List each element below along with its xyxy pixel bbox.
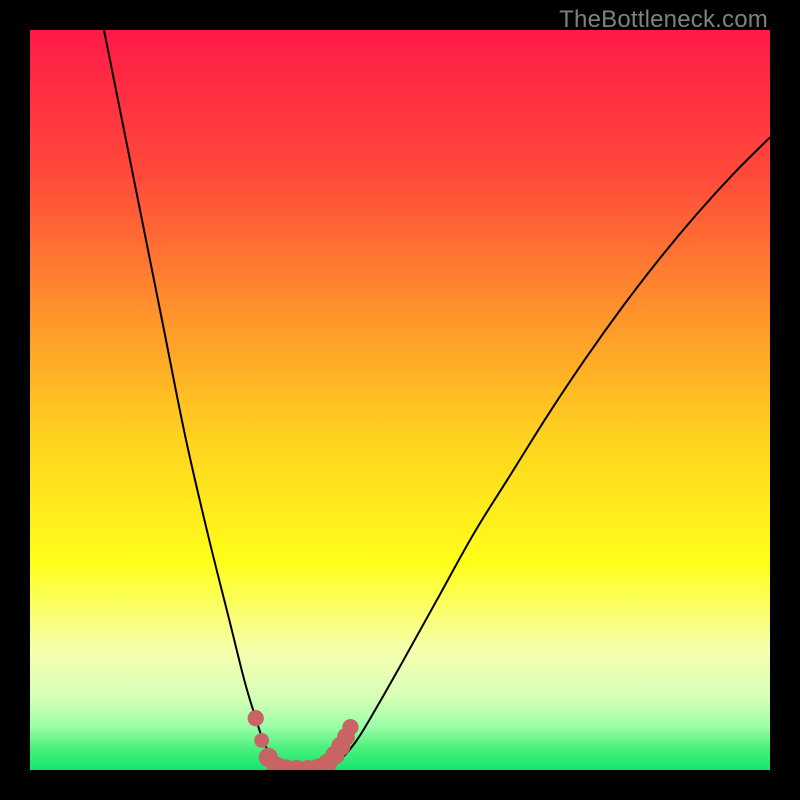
marker-point: [342, 719, 358, 735]
marker-point: [248, 710, 264, 726]
chart-frame: [30, 30, 770, 770]
bottleneck-chart: [30, 30, 770, 770]
watermark-text: TheBottleneck.com: [559, 6, 768, 34]
gradient-background: [30, 30, 770, 770]
marker-point: [254, 733, 269, 748]
